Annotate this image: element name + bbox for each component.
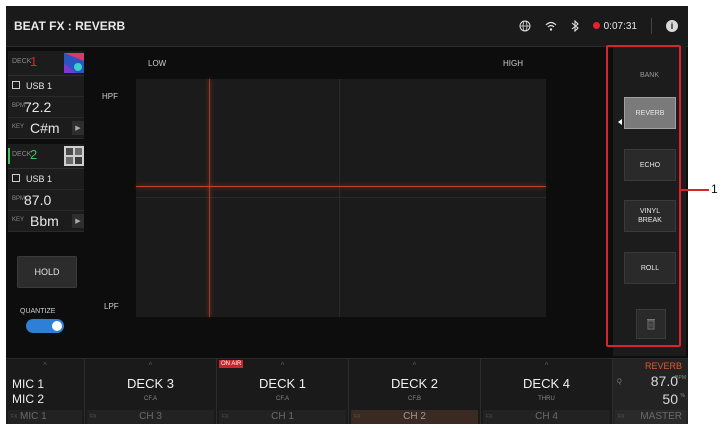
deck-key: C#m [30,120,60,136]
fx-value: CH 3 [139,411,162,422]
deck-color-bar [8,148,10,164]
fx-value: CH 2 [403,411,426,422]
fx-assign-button[interactable]: FX CH 3 [87,410,214,424]
fx-assign-button[interactable]: FX MASTER [615,410,686,424]
channel-deck-1[interactable]: ON AIR ^ DECK 1 CF.A FX CH 1 [217,359,349,424]
pad-gridline-horizontal [136,197,546,198]
deck-tag: DECK [12,58,32,65]
fx-bpm-value: 87.0 [650,373,678,389]
status-bar: 0:07:31 i [519,16,678,36]
cursor-vertical-line [209,79,210,317]
deck-source: USB 1 [26,174,53,184]
quantize-toggle[interactable] [26,319,64,333]
chevron-up-icon: ^ [43,361,47,370]
channel-deck-4[interactable]: ^ DECK 4 THRU FX CH 4 [481,359,613,424]
channel-deck-2[interactable]: ^ DECK 2 CF.B FX CH 2 [349,359,481,424]
deck-source-row: USB 1 [8,76,84,97]
deck-header: DECK 1 [8,51,84,76]
channel-deck-3[interactable]: ^ DECK 3 CF.A FX CH 3 [85,359,217,424]
deck-number: 1 [30,54,38,69]
fx-value: MASTER [640,411,682,422]
deck-bpm: 72.2 [24,99,52,115]
channel-name: DECK 4 [523,376,570,391]
key-arrow-button[interactable]: ▶ [72,121,84,135]
mic-2-label: MIC 2 [12,392,45,406]
key-arrow-button[interactable]: ▶ [72,214,84,228]
usb-icon [12,81,20,89]
xy-pad[interactable] [136,79,546,317]
chevron-up-icon: ^ [148,361,153,370]
channel-name: DECK 3 [127,376,174,391]
q-label: Q [617,379,622,385]
top-bar: BEAT FX : REVERB 0:07:31 i [6,6,688,47]
fx-tag: FX [11,414,18,420]
quantize-label: QUANTIZE [20,308,56,315]
high-label: HIGH [503,59,523,68]
chevron-up-icon: ^ [412,361,417,370]
beat-fx-screen: BEAT FX : REVERB 0:07:31 i DECK 1 USB 1 … [6,6,688,424]
fx-assign-button[interactable]: FX MIC 1 [8,410,82,424]
deck-1-panel[interactable]: DECK 1 USB 1 BPM 72.2 KEY C#m ▶ [8,51,84,139]
fx-level-value: 50 [662,391,678,407]
fx-bpm-unit: BPM [675,375,686,381]
crossfader-assign: THRU [538,396,555,402]
chevron-up-icon: ^ [280,361,285,370]
deck-number: 2 [30,147,38,162]
channel-name: DECK 1 [259,376,306,391]
fx-value: MIC 1 [20,411,47,422]
deck-key-row: KEY C#m ▶ [8,118,84,139]
album-art [64,146,84,166]
deck-key: Bbm [30,213,59,229]
callout-line [681,189,709,191]
recording-time: 0:07:31 [592,20,637,32]
hpf-label: HPF [102,92,118,101]
usb-icon [12,174,20,182]
fx-assign-button[interactable]: FX CH 4 [483,410,610,424]
deck-source-row: USB 1 [8,169,84,190]
globe-icon [519,20,531,32]
crossfader-assign: CF.A [275,396,289,402]
fx-assign-button[interactable]: FX CH 1 [219,410,346,424]
divider [651,18,652,34]
deck-key-row: KEY Bbm ▶ [8,211,84,232]
deck-header: DECK 2 [8,144,84,169]
fx-value: CH 1 [271,411,294,422]
pad-gridline-vertical [339,79,340,317]
cursor-horizontal-line [136,186,546,187]
fx-level-unit: % [680,393,685,399]
fx-tag: FX [618,414,625,420]
deck-source: USB 1 [26,81,53,91]
fx-value: CH 4 [535,411,558,422]
album-art [64,53,84,73]
info-icon[interactable]: i [666,20,678,32]
channel-bar: ^ MIC 1 MIC 2 FX MIC 1 ^ DECK 3 CF.A FX … [6,358,688,424]
time-text: 0:07:31 [603,20,637,32]
deck-2-panel[interactable]: DECK 2 USB 1 BPM 87.0 KEY Bbm ▶ [8,144,84,232]
deck-bpm-row: BPM 72.2 [8,97,84,118]
callout-highlight-box [606,45,681,347]
channel-name: DECK 2 [391,376,438,391]
deck-bpm: 87.0 [24,192,52,208]
mic-channel[interactable]: ^ MIC 1 MIC 2 FX MIC 1 [6,359,85,424]
deck-bpm-row: BPM 87.0 [8,190,84,211]
wifi-icon [545,21,557,31]
mic-1-label: MIC 1 [12,377,45,391]
key-label: KEY [12,124,25,130]
hold-button[interactable]: HOLD [17,256,77,288]
callout-number: 1 [711,182,718,196]
bluetooth-icon [571,20,579,32]
key-label: KEY [12,217,25,223]
toggle-knob [52,321,62,331]
crossfader-assign: CF.B [407,396,421,402]
chevron-up-icon: ^ [544,361,549,370]
low-label: LOW [148,59,167,68]
fx-name: REVERB [644,361,682,371]
master-fx-panel[interactable]: REVERB Q 87.0 BPM 50 % FX MASTER [613,359,688,424]
fx-assign-button[interactable]: FX CH 2 [351,410,478,424]
crossfader-assign: CF.A [143,396,157,402]
record-dot-icon [592,21,600,29]
deck-tag: DECK [12,151,32,158]
lpf-label: LPF [104,302,119,311]
page-title: BEAT FX : REVERB [14,19,126,33]
